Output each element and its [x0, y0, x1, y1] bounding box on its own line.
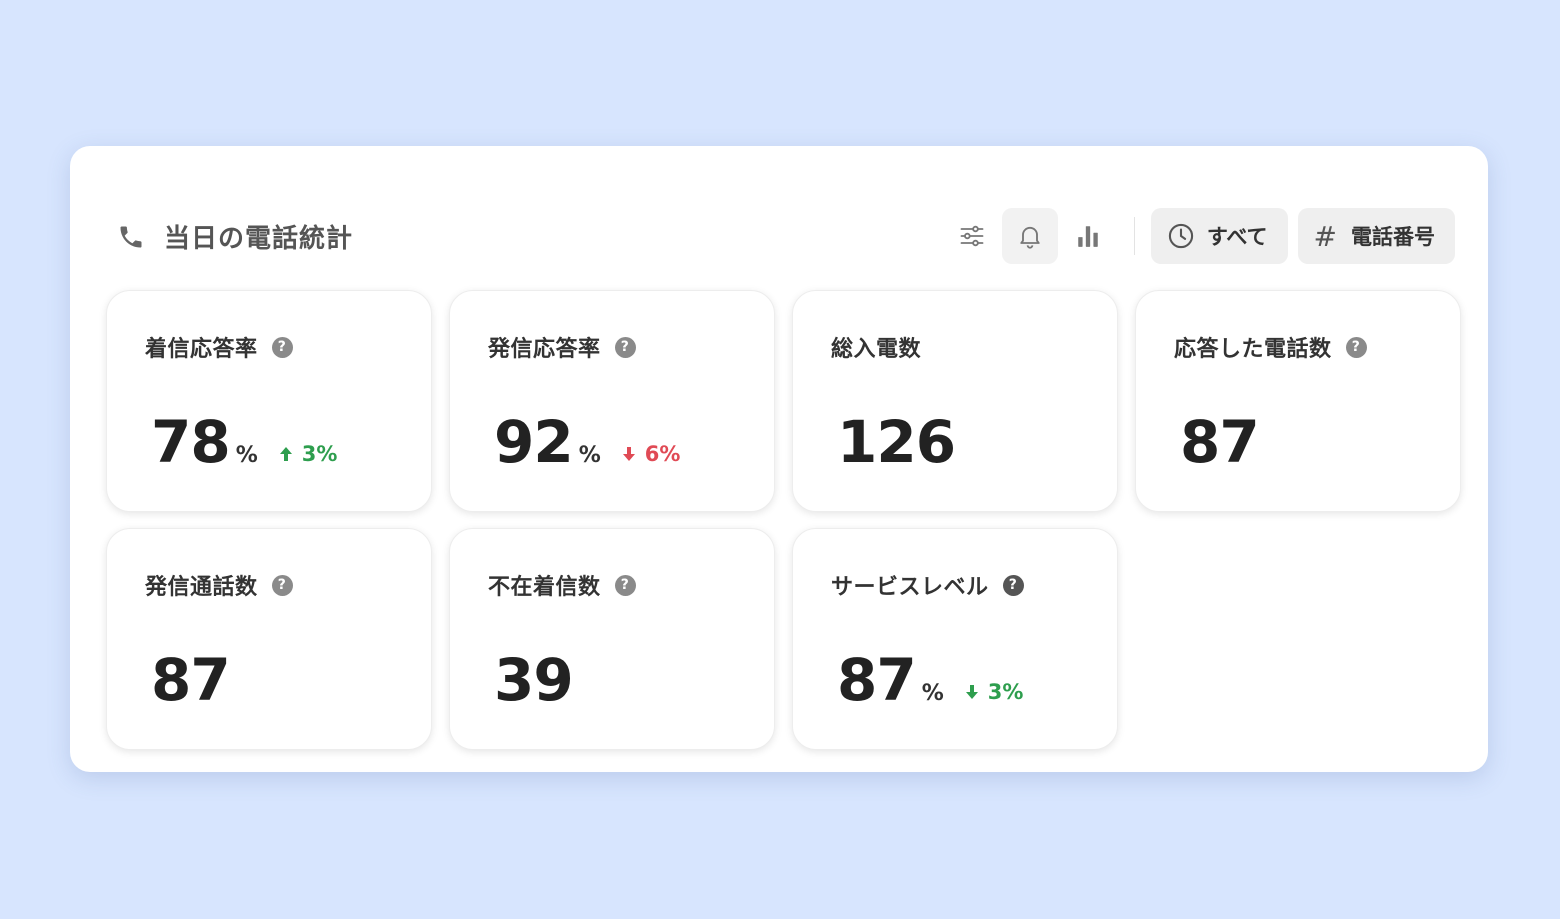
stat-card-total-inbound[interactable]: 総入電数 126 [792, 290, 1118, 512]
value-row: 87 [1180, 408, 1260, 476]
delta-value: 3% [301, 442, 338, 466]
phone-icon [116, 222, 146, 252]
stat-value: 39 [494, 646, 574, 714]
delta-indicator: 3% [964, 680, 1024, 704]
stat-value: 87 [837, 646, 917, 714]
card-title: 総入電数 [831, 337, 922, 362]
time-filter-button[interactable]: すべて [1150, 208, 1288, 264]
stat-value: 126 [837, 408, 956, 476]
time-filter-label: すべて [1206, 225, 1268, 249]
card-title: 発信通話数 [145, 575, 258, 600]
hash-icon: # [1313, 219, 1337, 253]
card-title: 不在着信数 [488, 575, 601, 600]
stat-value: 78 [151, 408, 231, 476]
stat-unit: % [921, 681, 944, 706]
card-label: 応答した電話数 ? [1174, 331, 1367, 363]
card-label: 不在着信数 ? [488, 569, 636, 601]
stat-card-inbound-answer-rate[interactable]: 着信応答率 ? 78 % 3% [106, 290, 432, 512]
help-icon[interactable]: ? [271, 574, 293, 596]
phone-number-filter-label: 電話番号 [1351, 225, 1435, 249]
value-row: 39 [494, 646, 574, 714]
stat-card-outbound-answer-rate[interactable]: 発信応答率 ? 92 % 6% [449, 290, 775, 512]
sliders-icon [960, 225, 984, 247]
bell-icon [1020, 226, 1040, 249]
card-label: 着信応答率 ? [145, 331, 293, 363]
help-icon[interactable]: ? [1002, 574, 1024, 596]
chart-view-button[interactable] [1060, 208, 1116, 264]
stat-card-answered-calls[interactable]: 応答した電話数 ? 87 [1135, 290, 1461, 512]
stat-card-missed-calls[interactable]: 不在着信数 ? 39 [449, 528, 775, 750]
phone-number-filter-button[interactable]: # 電話番号 [1297, 208, 1455, 264]
stat-unit: % [235, 443, 258, 468]
card-title: 発信応答率 [488, 337, 601, 362]
stats-panel: 当日の電話統計 すべて # 電話番号 着信応答率 ? 78 % 3% 発信応答率… [70, 146, 1488, 772]
stat-value: 92 [494, 408, 574, 476]
toolbar: すべて # 電話番号 [944, 208, 1455, 264]
title-group: 当日の電話統計 [116, 218, 353, 255]
card-title: 着信応答率 [145, 337, 258, 362]
stat-value: 87 [151, 646, 231, 714]
value-row: 78 % 3% [151, 413, 337, 471]
value-row: 87 % 3% [837, 651, 1023, 709]
help-icon[interactable]: ? [614, 574, 636, 596]
card-label: 総入電数 [831, 331, 921, 363]
card-title: 応答した電話数 [1174, 337, 1332, 362]
page-title: 当日の電話統計 [164, 224, 354, 254]
card-title: サービスレベル [831, 575, 989, 600]
help-icon[interactable]: ? [271, 336, 293, 358]
stat-card-service-level[interactable]: サービスレベル ? 87 % 3% [792, 528, 1118, 750]
arrow-down-icon [622, 447, 635, 461]
delta-indicator: 3% [278, 442, 338, 466]
help-icon[interactable]: ? [1345, 336, 1367, 358]
notification-button[interactable] [1001, 208, 1058, 264]
help-icon[interactable]: ? [614, 336, 636, 358]
toolbar-divider [1133, 217, 1135, 255]
card-label: サービスレベル ? [831, 569, 1024, 601]
delta-value: 6% [644, 442, 681, 466]
stat-unit: % [578, 443, 601, 468]
value-row: 92 % 6% [494, 413, 680, 471]
value-row: 87 [151, 646, 231, 714]
arrow-down-icon [965, 685, 978, 699]
clock-icon [1167, 222, 1195, 250]
stat-card-outbound-calls[interactable]: 発信通話数 ? 87 [106, 528, 432, 750]
filter-settings-button[interactable] [944, 208, 1000, 264]
card-label: 発信通話数 ? [145, 569, 293, 601]
delta-value: 3% [987, 680, 1024, 704]
arrow-up-icon [279, 447, 292, 461]
value-row: 126 [837, 408, 956, 476]
stat-value: 87 [1180, 408, 1260, 476]
panel-header: 当日の電話統計 すべて # 電話番号 [70, 208, 1488, 264]
card-label: 発信応答率 ? [488, 331, 636, 363]
delta-indicator: 6% [621, 442, 681, 466]
bar-chart-icon [1078, 226, 1098, 247]
